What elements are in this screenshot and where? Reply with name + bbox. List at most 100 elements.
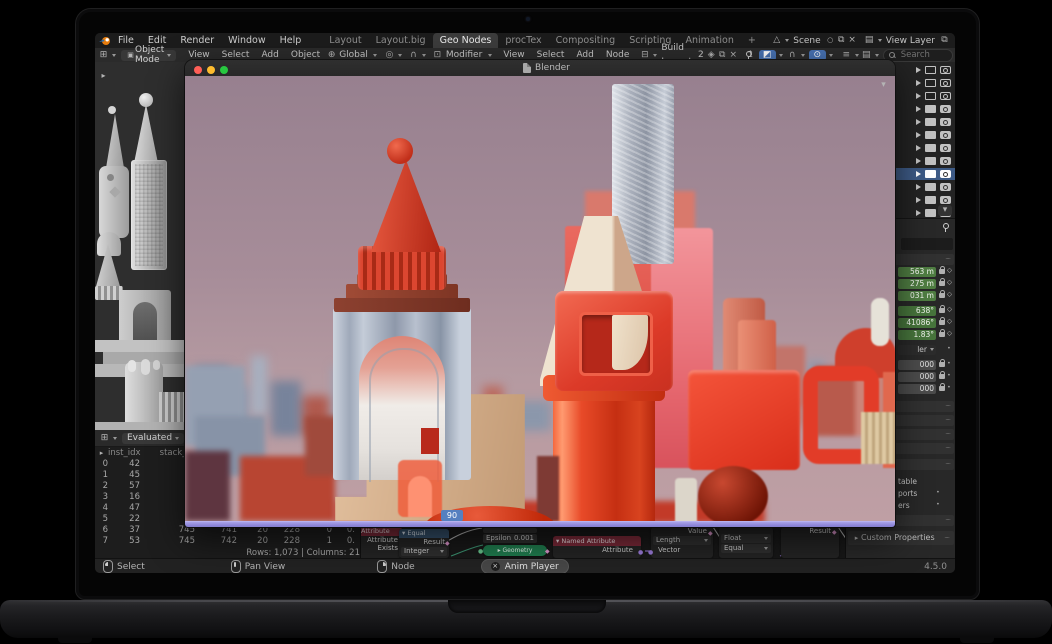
outliner-scroll-chevron[interactable]: ▾ — [938, 205, 952, 216]
lock-icon[interactable] — [939, 308, 945, 313]
lock-icon[interactable] — [939, 386, 945, 391]
properties-pin-icon[interactable] — [942, 223, 949, 232]
snap-toggle-on[interactable]: ◩ — [759, 50, 776, 61]
tree-copy-icon[interactable]: ⧉ — [717, 50, 728, 61]
keyframe-icon[interactable]: ◇ — [947, 290, 952, 298]
tab-geo-nodes[interactable]: Geo Nodes — [433, 33, 499, 48]
visibility-selectable-label[interactable]: table — [898, 477, 917, 486]
keyframe-icon[interactable]: ◇ — [947, 305, 952, 313]
object-name-field[interactable] — [901, 238, 953, 250]
close-button[interactable] — [194, 66, 202, 74]
scene-browse-caret[interactable] — [785, 39, 789, 42]
node-result[interactable]: Result — [781, 527, 839, 558]
node-attribute[interactable]: Attribute Attribute Exists — [360, 527, 402, 558]
dataset-dropdown[interactable]: Evaluated — [122, 433, 184, 444]
tab-layout[interactable]: Layout — [322, 34, 368, 48]
search-input[interactable] — [899, 49, 947, 61]
compare2-op-dropdown[interactable]: Equal — [721, 544, 771, 553]
scene-icon[interactable]: △ — [771, 35, 782, 46]
node-compare-float[interactable]: Float Equal — [719, 527, 773, 558]
scale-z-field[interactable]: 000 — [898, 384, 936, 394]
editor-type-node-icon[interactable]: ⊡ — [432, 50, 443, 61]
animate-dot[interactable]: • — [936, 488, 940, 496]
spreadsheet-icon[interactable]: ⊞ — [99, 433, 110, 444]
animate-dot[interactable]: • — [936, 500, 940, 508]
visibility-viewports-label[interactable]: ports — [898, 489, 917, 498]
mode-dropdown[interactable]: ▣ Object Mode — [121, 50, 176, 61]
keyframe-icon[interactable]: ◇ — [947, 278, 952, 286]
lock-icon[interactable] — [939, 332, 945, 337]
animate-dot[interactable]: • — [947, 383, 951, 391]
column-header[interactable]: inst_idx — [108, 448, 140, 458]
outliner-display-icon[interactable]: ▤ — [861, 50, 872, 61]
scene-close-icon[interactable]: × — [847, 35, 858, 46]
lock-icon[interactable] — [939, 293, 945, 298]
fake-user-shield-icon[interactable]: ◈ — [706, 50, 717, 61]
toolbar-expand-arrow[interactable]: ▸ — [98, 70, 109, 81]
lock-icon[interactable] — [939, 362, 945, 367]
menu-help[interactable]: Help — [273, 33, 309, 48]
rotation-z-field[interactable]: 1.83° — [898, 330, 936, 340]
region-chevron-icon[interactable]: ▾ — [878, 80, 889, 91]
playback-progress-bar[interactable] — [185, 521, 895, 527]
custom-properties-panel[interactable]: ▸ Custom Properties ···· — [848, 531, 954, 545]
node-tree-icon[interactable]: ⊟ — [639, 50, 650, 61]
rotation-y-field[interactable]: 41086° — [898, 318, 936, 328]
scene-name[interactable]: Scene — [793, 36, 820, 46]
socket-diamond[interactable]: ◆ — [545, 548, 550, 555]
menu-render[interactable]: Render — [173, 33, 221, 48]
socket-dot[interactable]: ● — [648, 549, 653, 556]
socket-dot[interactable]: ● — [478, 548, 483, 555]
window-titlebar[interactable]: Blender — [185, 60, 895, 77]
lock-icon[interactable] — [939, 320, 945, 325]
scene-copy-icon[interactable]: ⧉ — [836, 35, 847, 46]
row-expand-arrow[interactable]: ▸ — [96, 448, 107, 459]
rotation-x-field[interactable]: 638° — [898, 306, 936, 316]
vector-math-dropdown[interactable]: Length — [653, 536, 711, 545]
overlay-toggle-on[interactable]: ⊙ — [809, 50, 826, 61]
scale-x-field[interactable]: 000 — [898, 360, 936, 370]
tree-close-icon[interactable]: × — [728, 50, 739, 61]
lock-icon[interactable] — [939, 374, 945, 379]
frame-indicator[interactable]: 90 — [441, 510, 463, 521]
socket-dot[interactable]: ● — [638, 549, 643, 556]
unlink-icon[interactable]: ○ — [825, 35, 836, 46]
anim-player-button[interactable]: × Anim Player — [481, 559, 569, 573]
socket-diamond[interactable]: ◆ — [708, 530, 713, 537]
location-y-field[interactable]: 275 m — [898, 279, 936, 289]
tab-compositing[interactable]: Compositing — [549, 34, 623, 48]
tab-layout-big[interactable]: Layout.big — [369, 34, 433, 48]
view-layer-icon[interactable]: ▤ — [864, 35, 875, 46]
socket-diamond[interactable]: ◆ — [832, 529, 837, 536]
compare-type-dropdown[interactable]: Integer — [401, 547, 447, 556]
keyframe-icon[interactable]: ◇ — [947, 329, 952, 337]
lock-icon[interactable] — [939, 281, 945, 286]
view-layer-caret[interactable] — [878, 39, 882, 42]
view-layer-copy-icon[interactable]: ⧉ — [939, 35, 950, 46]
minimize-button[interactable] — [207, 66, 215, 74]
stop-icon[interactable]: × — [491, 562, 500, 571]
location-z-field[interactable]: 031 m — [898, 291, 936, 301]
render-window[interactable]: Blender — [185, 60, 895, 527]
node-epsilon[interactable]: Epsilon0.001 — [481, 527, 539, 545]
view-layer-name[interactable]: View Layer — [886, 36, 935, 46]
blender-logo-icon[interactable] — [99, 35, 111, 46]
node-vector-math[interactable]: Value Length Vector — [651, 527, 713, 558]
location-x-field[interactable]: 563 m — [898, 267, 936, 277]
editor-type-viewport-icon[interactable]: ⊞ — [98, 50, 109, 61]
animate-dot[interactable]: • — [947, 371, 951, 379]
animate-dot[interactable]: • — [947, 359, 951, 367]
animate-dot[interactable]: • — [947, 344, 951, 352]
node-named-attribute[interactable]: ▾ Named Attribute Attribute — [553, 536, 641, 558]
orientation-icon[interactable]: ⊕ — [326, 50, 337, 61]
outliner-filter-icon[interactable]: ≡ — [841, 50, 852, 61]
menu-window[interactable]: Window — [221, 33, 272, 48]
node-compare-equal[interactable]: ▾ Equal Result Integer — [399, 529, 449, 558]
keyframe-icon[interactable]: ◇ — [947, 317, 952, 325]
tab-proctex[interactable]: procTex — [498, 34, 548, 48]
keyframe-icon[interactable]: ◇ — [947, 266, 952, 274]
socket-diamond[interactable]: ◆ — [445, 540, 450, 547]
lock-icon[interactable] — [939, 269, 945, 274]
pivot-icon[interactable]: ◎ — [384, 50, 395, 61]
visibility-renders-label[interactable]: ers — [898, 501, 910, 510]
